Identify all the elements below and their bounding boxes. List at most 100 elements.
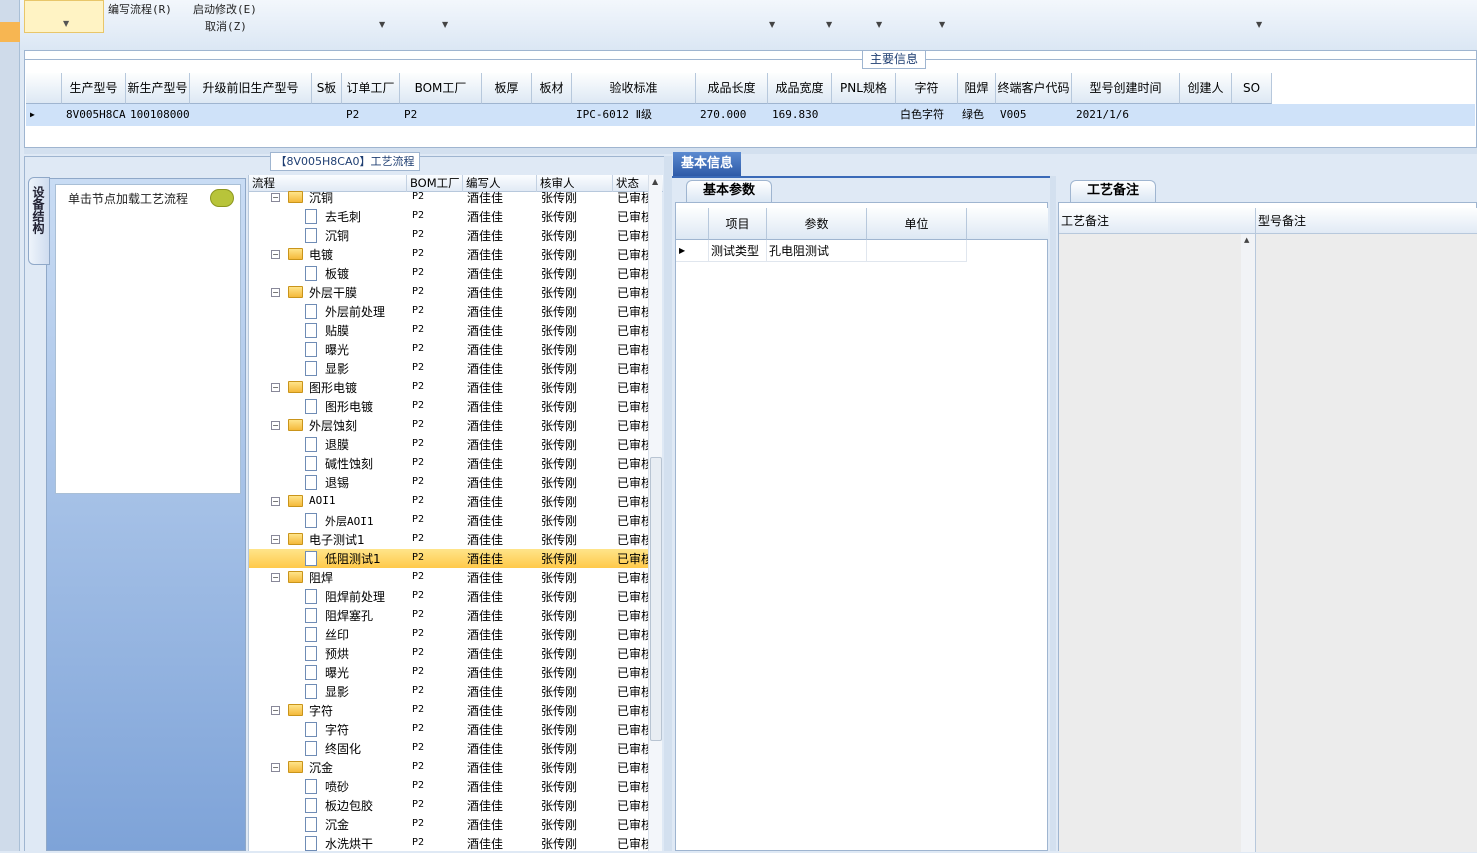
main-col-header[interactable]: SO [1232,73,1272,104]
main-col-header[interactable]: 验收标准 [572,73,696,104]
collapse-icon[interactable]: − [271,497,280,506]
main-col-header[interactable]: 字符 [896,73,958,104]
scroll-up-icon[interactable]: ▲ [652,177,658,186]
tree-row[interactable]: 沉铜 P2 酒佳佳 张传刚 已审核 [249,226,649,245]
main-cell[interactable]: 绿色 [958,104,996,126]
horizontal-splitter[interactable] [24,148,1477,154]
collapse-icon[interactable]: − [271,421,280,430]
main-col-header[interactable]: PNL规格 [832,73,896,104]
main-cell[interactable] [190,104,312,126]
main-col-header[interactable]: 创建人 [1180,73,1232,104]
chevron-down-icon[interactable]: ▼ [939,20,945,29]
tree-row[interactable]: − 字符 P2 酒佳佳 张传刚 已审核 [249,701,649,720]
main-col-header[interactable]: S板 [312,73,342,104]
tree-row[interactable]: 退膜 P2 酒佳佳 张传刚 已审核 [249,435,649,454]
chevron-down-icon[interactable]: ▼ [826,20,832,29]
col-unit[interactable]: 单位 [867,208,967,240]
main-cell[interactable] [1180,104,1232,126]
tree-row[interactable]: 板镀 P2 酒佳佳 张传刚 已审核 [249,264,649,283]
cancel-button[interactable]: 取消(Z) [205,18,247,34]
main-cell[interactable] [482,104,532,126]
tree-row[interactable]: 去毛刺 P2 酒佳佳 张传刚 已审核 [249,207,649,226]
vertical-splitter[interactable] [664,156,672,851]
tree-row[interactable]: 喷砂 P2 酒佳佳 张传刚 已审核 [249,777,649,796]
chevron-down-icon[interactable]: ▼ [442,20,448,29]
col-param[interactable]: 参数 [767,208,867,240]
tree-row[interactable]: − 阻焊 P2 酒佳佳 张传刚 已审核 [249,568,649,587]
main-cell[interactable]: 270.000 [696,104,768,126]
collapse-icon[interactable]: − [271,535,280,544]
tree-row[interactable]: − 图形电镀 P2 酒佳佳 张传刚 已审核 [249,378,649,397]
tree-row[interactable]: 退锡 P2 酒佳佳 张传刚 已审核 [249,473,649,492]
main-col-header[interactable]: BOM工厂 [400,73,482,104]
tab-process-remarks[interactable]: 工艺备注 [1070,180,1156,202]
main-col-header[interactable]: 成品宽度 [768,73,832,104]
tree-row[interactable]: 贴膜 P2 酒佳佳 张传刚 已审核 [249,321,649,340]
collapse-icon[interactable]: − [271,288,280,297]
main-cell[interactable] [1232,104,1272,126]
tab-device-structure[interactable]: 设备结构 [28,177,50,265]
main-cell[interactable]: 169.830 [768,104,832,126]
main-cell[interactable] [312,104,342,126]
collapse-icon[interactable]: − [271,573,280,582]
main-cell[interactable]: V005 [996,104,1072,126]
tree-row[interactable]: − 外层干膜 P2 酒佳佳 张传刚 已审核 [249,283,649,302]
tree-row[interactable]: 曝光 P2 酒佳佳 张传刚 已审核 [249,663,649,682]
main-cell[interactable]: 10010800056101 [126,104,190,126]
tree-row[interactable]: − 电镀 P2 酒佳佳 张传刚 已审核 [249,245,649,264]
param-cell[interactable]: 测试类型 [709,240,767,262]
tree-row[interactable]: − 沉铜 P2 酒佳佳 张传刚 已审核 [249,188,649,207]
chevron-down-icon[interactable]: ▼ [769,20,775,29]
main-cell[interactable]: 白色字符 [896,104,958,126]
tree-row[interactable]: 字符 P2 酒佳佳 张传刚 已审核 [249,720,649,739]
tree-row[interactable]: 曝光 P2 酒佳佳 张传刚 已审核 [249,340,649,359]
chevron-down-icon[interactable]: ▼ [1256,20,1262,29]
param-cell[interactable] [867,240,967,262]
tab-basic-info[interactable]: 基本信息 [673,152,741,176]
main-cell[interactable] [532,104,572,126]
main-cell[interactable]: IPC-6012 Ⅱ级 [572,104,696,126]
collapse-icon[interactable]: − [271,193,280,202]
tree-row[interactable]: 水洗烘干 P2 酒佳佳 张传刚 已审核 [249,834,649,853]
main-cell[interactable]: P2 [400,104,482,126]
tree-row[interactable]: 板边包胶 P2 酒佳佳 张传刚 已审核 [249,796,649,815]
chevron-down-icon[interactable]: ▼ [379,20,385,29]
tree-row[interactable]: 碱性蚀刻 P2 酒佳佳 张传刚 已审核 [249,454,649,473]
process-remark-field[interactable] [1059,234,1241,852]
collapse-icon[interactable]: − [271,383,280,392]
tree-row[interactable]: 外层AOI1 P2 酒佳佳 张传刚 已审核 [249,511,649,530]
tree-row[interactable]: 外层前处理 P2 酒佳佳 张传刚 已审核 [249,302,649,321]
collapse-icon[interactable]: − [271,763,280,772]
tree-row[interactable]: − 外层蚀刻 P2 酒佳佳 张传刚 已审核 [249,416,649,435]
main-cell[interactable]: P2 [342,104,400,126]
param-cell[interactable]: 孔电阻测试 [767,240,867,262]
tree-row[interactable]: 阻焊前处理 P2 酒佳佳 张传刚 已审核 [249,587,649,606]
main-col-header[interactable]: 成品长度 [696,73,768,104]
toolbar-combo[interactable]: ▼ [24,0,104,33]
tree-row[interactable]: − 电子测试1 P2 酒佳佳 张传刚 已审核 [249,530,649,549]
tree-row[interactable]: 预烘 P2 酒佳佳 张传刚 已审核 [249,644,649,663]
main-col-header[interactable]: 新生产型号 [126,73,190,104]
main-col-header[interactable]: 生产型号 [62,73,126,104]
tree-row[interactable]: − 沉金 P2 酒佳佳 张传刚 已审核 [249,758,649,777]
main-cell[interactable]: 8V005H8CA0 [62,104,126,126]
remark-scrollbar[interactable]: ▲ [1241,234,1255,852]
model-remark-field[interactable] [1255,234,1477,852]
col-item[interactable]: 项目 [709,208,767,240]
scroll-thumb[interactable] [650,457,662,741]
main-cell[interactable]: 2021/1/6 [1072,104,1180,126]
tree-row[interactable]: 阻焊塞孔 P2 酒佳佳 张传刚 已审核 [249,606,649,625]
tree-row[interactable]: 显影 P2 酒佳佳 张传刚 已审核 [249,359,649,378]
main-col-header[interactable]: 板材 [532,73,572,104]
tree-row[interactable]: 沉金 P2 酒佳佳 张传刚 已审核 [249,815,649,834]
tree-row[interactable]: − AOI1 P2 酒佳佳 张传刚 已审核 [249,492,649,511]
collapse-icon[interactable]: − [271,706,280,715]
main-col-header[interactable]: 板厚 [482,73,532,104]
tree-row[interactable]: 低阻测试1 P2 酒佳佳 张传刚 已审核 [249,549,649,568]
collapse-icon[interactable]: − [271,250,280,259]
main-cell[interactable] [832,104,896,126]
main-col-header[interactable]: 升级前旧生产型号 [190,73,312,104]
edit-flow-button[interactable]: 编写流程(R) [108,1,172,17]
tree-row[interactable]: 丝印 P2 酒佳佳 张传刚 已审核 [249,625,649,644]
tree-row[interactable]: 终固化 P2 酒佳佳 张传刚 已审核 [249,739,649,758]
